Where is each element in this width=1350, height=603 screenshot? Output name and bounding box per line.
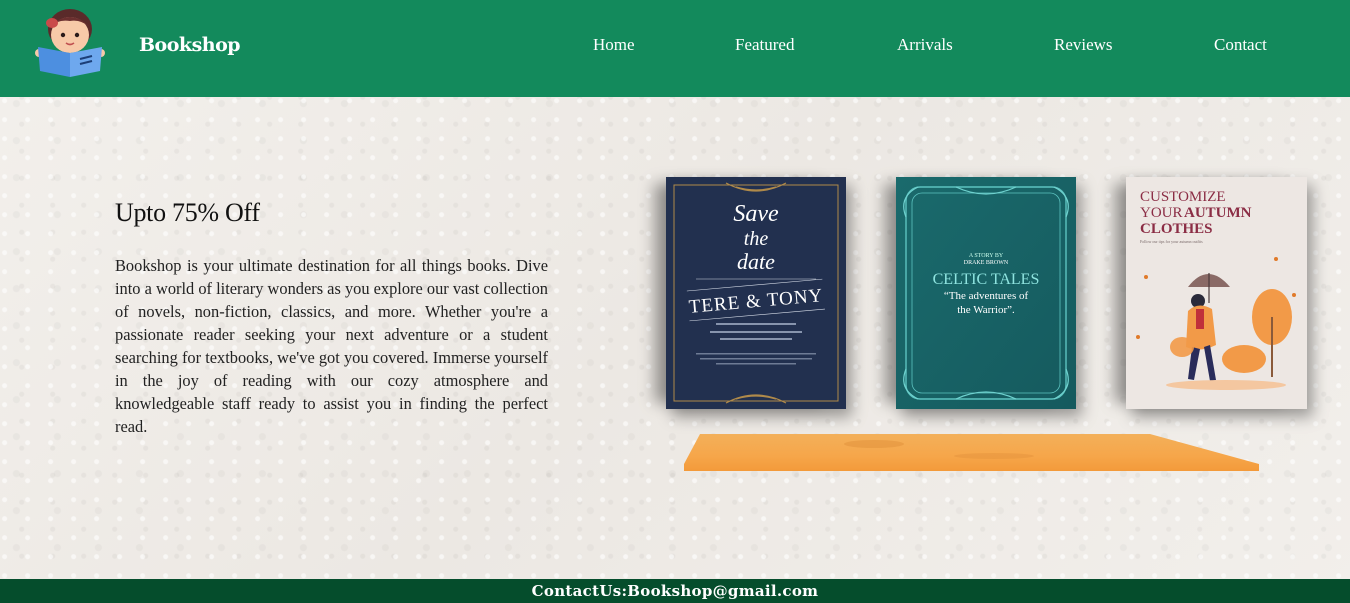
book2-subtitle-2: the Warrior”.: [957, 304, 1015, 316]
book-cover-autumn-clothes[interactable]: CUSTOMIZE YOUR AUTUMN CLOTHES Follow our…: [1126, 177, 1307, 409]
book-cover-art: A STORY BY DRAKE BROWN CELTIC TALES “The…: [896, 177, 1076, 409]
book-cover-celtic-tales[interactable]: A STORY BY DRAKE BROWN CELTIC TALES “The…: [896, 177, 1076, 409]
nav-featured-link[interactable]: Featured: [735, 35, 794, 55]
hero-description: Bookshop is your ultimate destination fo…: [115, 256, 548, 436]
footer-contact-email[interactable]: ContactUs:Bookshop@gmail.com: [532, 582, 819, 600]
book1-script-date: date: [737, 249, 775, 274]
brand-name[interactable]: Bookshop: [139, 34, 241, 56]
site-footer: ContactUs:Bookshop@gmail.com: [0, 579, 1350, 603]
book-cover-art: Save the date TERE & TONY: [666, 177, 846, 409]
book2-subtitle-1: “The adventures of: [944, 290, 1029, 302]
site-header: Bookshop Home Featured Arrivals Reviews …: [0, 0, 1350, 97]
book2-author: DRAKE BROWN: [964, 260, 1009, 266]
book1-script-save: Save: [733, 201, 779, 227]
book3-title-3: CLOTHES: [1140, 221, 1213, 237]
nav-arrivals-link[interactable]: Arrivals: [897, 35, 953, 55]
book2-title: CELTIC TALES: [933, 271, 1040, 288]
book-cover-save-the-date[interactable]: Save the date TERE & TONY: [666, 177, 846, 409]
book3-title-2b: AUTUMN: [1184, 205, 1252, 221]
wooden-shelf: [684, 434, 1259, 471]
nav-reviews-link[interactable]: Reviews: [1054, 35, 1113, 55]
book3-title-2a: YOUR: [1140, 205, 1183, 221]
hero-title: Upto 75% Off: [115, 198, 260, 227]
book2-byline: A STORY BY: [969, 253, 1004, 259]
nav-contact-link[interactable]: Contact: [1214, 35, 1267, 55]
nav-home-link[interactable]: Home: [593, 35, 635, 55]
book-cover-art: CUSTOMIZE YOUR AUTUMN CLOTHES Follow our…: [1126, 177, 1307, 409]
book3-title-1: CUSTOMIZE: [1140, 189, 1226, 205]
book3-subtitle: Follow our tips for your autumn outfits: [1140, 239, 1203, 244]
book1-script-the: the: [744, 228, 769, 250]
reader-logo-icon[interactable]: [30, 5, 110, 81]
